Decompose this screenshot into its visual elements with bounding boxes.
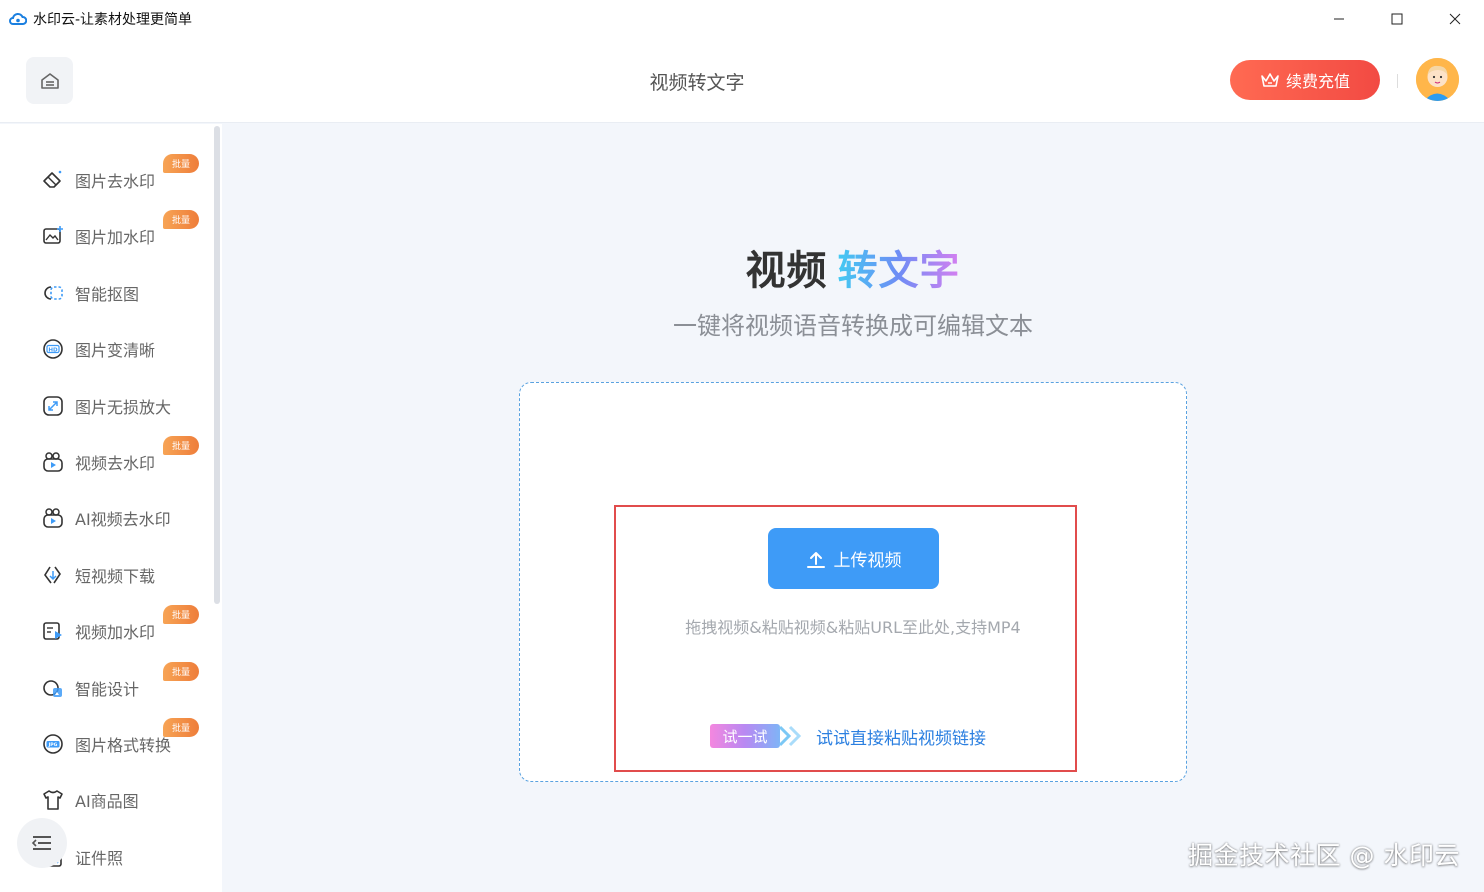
hero-title: 视频 转文字: [0, 238, 1484, 296]
enlarge-icon: [40, 393, 66, 419]
window-controls: [1310, 0, 1484, 38]
maximize-button[interactable]: [1368, 0, 1426, 38]
sidebar-item-label: 智能设计: [75, 679, 140, 699]
svg-text:JPG: JPG: [48, 742, 58, 748]
sidebar-item-9[interactable]: 视频加水印 批量: [0, 605, 212, 649]
sidebar-item-12[interactable]: AI商品图: [0, 778, 212, 818]
video-add-icon: [40, 618, 66, 644]
hero-title-part1: 视频: [745, 248, 828, 294]
svg-text:HD: HD: [48, 347, 58, 353]
header-divider: [1397, 74, 1398, 88]
design-icon: [40, 675, 66, 701]
upload-video-button[interactable]: 上传视频: [768, 528, 939, 589]
sidebar-item-label: 图片格式转换: [75, 736, 172, 755]
video-eraser-icon: [40, 449, 66, 475]
minimize-button[interactable]: [1310, 0, 1368, 38]
double-chevron-right-icon: [778, 725, 802, 747]
menu-toggle-button[interactable]: [17, 818, 67, 868]
close-button[interactable]: [1426, 0, 1484, 38]
menu-collapse-icon: [31, 836, 51, 850]
sidebar-item-7[interactable]: AI视频去水印: [0, 496, 212, 536]
avatar-illustration: [1416, 58, 1459, 101]
sidebar-item-1[interactable]: 图片去水印 批量: [0, 154, 212, 198]
sidebar-item-8[interactable]: 短视频下载: [0, 553, 212, 593]
eraser-icon: [40, 167, 66, 193]
ai-video-eraser-icon: [40, 505, 66, 531]
sidebar-item-label: 证件照: [75, 848, 124, 868]
sidebar-item-5[interactable]: 图片无损放大: [0, 384, 212, 424]
batch-badge: 批量: [163, 154, 199, 173]
sidebar-item-label: 视频加水印: [75, 623, 156, 643]
upload-hint: 拖拽视频&粘贴视频&粘贴URL至此处,支持MP4: [685, 618, 1021, 637]
close-icon: [1449, 13, 1461, 25]
sidebar-item-label: AI商品图: [75, 792, 139, 812]
hero-title-part2: 转文字: [837, 248, 961, 294]
sidebar-item-label: 图片无损放大: [75, 397, 172, 417]
try-paste-link-row[interactable]: 试一试 试试直接粘贴视频链接: [710, 722, 986, 750]
upload-video-label: 上传视频: [833, 551, 902, 571]
batch-badge: 批量: [163, 605, 199, 625]
sidebar-item-11[interactable]: JPG 图片格式转换 批量: [0, 718, 212, 762]
cloud-logo-icon: [9, 12, 27, 25]
sidebar-item-10[interactable]: 智能设计 批量: [0, 661, 212, 706]
sidebar-item-label: AI视频去水印: [75, 510, 171, 530]
crown-icon: [1261, 73, 1279, 87]
recharge-button[interactable]: 续费充值: [1230, 60, 1380, 100]
try-tag: 试一试: [710, 724, 780, 748]
minimize-icon: [1334, 18, 1344, 20]
upload-icon: [806, 551, 825, 568]
window-titlebar: 水印云-让素材处理更简单: [0, 0, 1484, 38]
sidebar-item-label: 图片去水印: [75, 172, 156, 191]
download-link-icon: [40, 562, 66, 588]
sidebar-scrollbar[interactable]: [214, 126, 220, 604]
shirt-icon: [40, 787, 66, 813]
batch-badge: 批量: [163, 210, 199, 230]
hero-subtitle: 一键将视频语音转换成可编辑文本: [673, 312, 1033, 340]
sidebar-item-6[interactable]: 视频去水印 批量: [0, 436, 212, 480]
window-title: 水印云-让素材处理更简单: [33, 12, 193, 28]
app-header: 视频转文字 续费充值: [0, 38, 1484, 123]
sidebar-item-label: 短视频下载: [75, 566, 156, 586]
batch-badge: 批量: [163, 436, 199, 455]
sidebar-item-label: 视频去水印: [75, 454, 156, 473]
batch-badge: 批量: [163, 661, 199, 681]
batch-badge: 批量: [163, 718, 199, 737]
jpg-convert-icon: JPG: [40, 731, 66, 757]
recharge-label: 续费充值: [1285, 72, 1350, 91]
avatar[interactable]: [1416, 58, 1459, 101]
maximize-icon: [1391, 13, 1403, 25]
try-paste-link[interactable]: 试试直接粘贴视频链接: [816, 724, 986, 749]
watermark-text: 掘金技术社区 @ 水印云: [1188, 841, 1460, 870]
